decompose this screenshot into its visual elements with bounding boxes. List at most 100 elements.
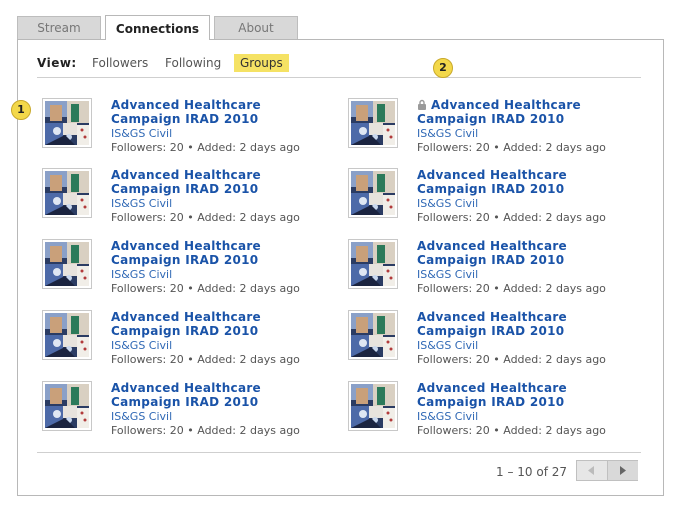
group-meta: Followers: 20 • Added: 2 days ago — [417, 353, 606, 366]
followers-count: 20 — [475, 141, 490, 154]
separator-dot: • — [187, 211, 194, 224]
group-thumbnail[interactable] — [42, 381, 92, 431]
group-title: Advanced Healthcare Campaign IRAD 2010 — [111, 168, 261, 196]
added-label: Added: — [503, 424, 542, 437]
added-label: Added: — [197, 141, 236, 154]
divider — [37, 77, 641, 78]
group-org-link[interactable]: IS&GS Civil — [417, 339, 478, 352]
group-title: Advanced Healthcare Campaign IRAD 2010 — [417, 168, 567, 196]
group-thumbnail-image — [45, 313, 89, 357]
added-date: 2 days ago — [545, 353, 606, 366]
group-title: Advanced Healthcare Campaign IRAD 2010 — [417, 98, 581, 126]
group-thumbnail-image — [351, 313, 395, 357]
group-org-link[interactable]: IS&GS Civil — [417, 197, 478, 210]
group-org-link[interactable]: IS&GS Civil — [417, 127, 478, 140]
tab-connections[interactable]: Connections — [105, 15, 210, 40]
filter-following[interactable]: Following — [165, 56, 221, 70]
added-date: 2 days ago — [239, 211, 300, 224]
group-meta: Followers: 20 • Added: 2 days ago — [111, 424, 300, 437]
separator-dot: • — [187, 282, 194, 295]
group-org-link[interactable]: IS&GS Civil — [417, 268, 478, 281]
divider — [37, 452, 641, 453]
group-card: Advanced Healthcare Campaign IRAD 2010 I… — [348, 381, 648, 447]
group-org-link[interactable]: IS&GS Civil — [111, 268, 172, 281]
group-thumbnail-image — [45, 171, 89, 215]
group-card: Advanced Healthcare Campaign IRAD 2010 I… — [348, 168, 648, 234]
group-thumbnail[interactable] — [348, 98, 398, 148]
group-title: Advanced Healthcare Campaign IRAD 2010 — [417, 381, 567, 409]
added-label: Added: — [503, 141, 542, 154]
pagination-controls — [576, 460, 638, 481]
group-thumbnail-image — [45, 242, 89, 286]
group-title-link[interactable]: Advanced Healthcare Campaign IRAD 2010 — [111, 381, 331, 409]
group-card: Advanced Healthcare Campaign IRAD 2010 I… — [348, 98, 648, 164]
group-card: Advanced Healthcare Campaign IRAD 2010 I… — [42, 168, 342, 234]
group-card: Advanced Healthcare Campaign IRAD 2010 I… — [348, 310, 648, 376]
followers-count: 20 — [475, 282, 490, 295]
annotation-badge-2: 2 — [433, 58, 453, 78]
added-date: 2 days ago — [239, 353, 300, 366]
group-thumbnail[interactable] — [42, 239, 92, 289]
followers-count: 20 — [169, 282, 184, 295]
separator-dot: • — [493, 424, 500, 437]
group-thumbnail-image — [351, 101, 395, 145]
added-date: 2 days ago — [239, 282, 300, 295]
pagination-range: 1 – 10 of 27 — [496, 465, 567, 479]
added-label: Added: — [503, 282, 542, 295]
group-title-link[interactable]: Advanced Healthcare Campaign IRAD 2010 — [111, 168, 331, 196]
group-title: Advanced Healthcare Campaign IRAD 2010 — [417, 239, 567, 267]
added-date: 2 days ago — [239, 141, 300, 154]
filter-groups[interactable]: Groups — [234, 54, 289, 72]
added-label: Added: — [197, 282, 236, 295]
group-org-link[interactable]: IS&GS Civil — [111, 127, 172, 140]
followers-label: Followers: — [111, 353, 167, 366]
tab-about[interactable]: About — [214, 16, 298, 39]
separator-dot: • — [493, 282, 500, 295]
view-label: View: — [37, 56, 77, 70]
group-thumbnail-image — [351, 242, 395, 286]
group-meta: Followers: 20 • Added: 2 days ago — [111, 211, 300, 224]
group-org-link[interactable]: IS&GS Civil — [111, 410, 172, 423]
group-title-link[interactable]: Advanced Healthcare Campaign IRAD 2010 — [417, 98, 637, 126]
group-thumbnail-image — [351, 384, 395, 428]
group-title-link[interactable]: Advanced Healthcare Campaign IRAD 2010 — [111, 310, 331, 338]
group-thumbnail[interactable] — [42, 98, 92, 148]
group-thumbnail[interactable] — [42, 310, 92, 360]
group-title: Advanced Healthcare Campaign IRAD 2010 — [111, 98, 261, 126]
group-title-link[interactable]: Advanced Healthcare Campaign IRAD 2010 — [417, 168, 637, 196]
group-org-link[interactable]: IS&GS Civil — [111, 339, 172, 352]
followers-count: 20 — [169, 211, 184, 224]
next-page-button[interactable] — [608, 461, 638, 480]
connections-panel: View: Followers Following Groups Advance… — [17, 39, 664, 496]
group-title: Advanced Healthcare Campaign IRAD 2010 — [111, 381, 261, 409]
group-meta: Followers: 20 • Added: 2 days ago — [417, 211, 606, 224]
tab-stream[interactable]: Stream — [17, 16, 101, 39]
group-title-link[interactable]: Advanced Healthcare Campaign IRAD 2010 — [417, 310, 637, 338]
group-title-link[interactable]: Advanced Healthcare Campaign IRAD 2010 — [111, 239, 331, 267]
added-date: 2 days ago — [545, 424, 606, 437]
group-thumbnail[interactable] — [348, 168, 398, 218]
added-label: Added: — [197, 211, 236, 224]
group-meta: Followers: 20 • Added: 2 days ago — [111, 353, 300, 366]
group-thumbnail[interactable] — [348, 381, 398, 431]
filter-followers[interactable]: Followers — [92, 56, 148, 70]
group-meta: Followers: 20 • Added: 2 days ago — [417, 141, 606, 154]
separator-dot: • — [187, 141, 194, 154]
added-date: 2 days ago — [239, 424, 300, 437]
group-thumbnail[interactable] — [348, 239, 398, 289]
group-title-link[interactable]: Advanced Healthcare Campaign IRAD 2010 — [417, 381, 637, 409]
annotation-badge-1: 1 — [11, 100, 31, 120]
prev-page-button[interactable] — [577, 461, 608, 480]
group-card: Advanced Healthcare Campaign IRAD 2010 I… — [42, 381, 342, 447]
group-thumbnail-image — [45, 384, 89, 428]
group-title-link[interactable]: Advanced Healthcare Campaign IRAD 2010 — [417, 239, 637, 267]
separator-dot: • — [493, 211, 500, 224]
group-org-link[interactable]: IS&GS Civil — [111, 197, 172, 210]
group-thumbnail[interactable] — [42, 168, 92, 218]
group-card: Advanced Healthcare Campaign IRAD 2010 I… — [348, 239, 648, 305]
group-thumbnail[interactable] — [348, 310, 398, 360]
separator-dot: • — [493, 353, 500, 366]
group-title-link[interactable]: Advanced Healthcare Campaign IRAD 2010 — [111, 98, 331, 126]
group-meta: Followers: 20 • Added: 2 days ago — [417, 424, 606, 437]
group-org-link[interactable]: IS&GS Civil — [417, 410, 478, 423]
